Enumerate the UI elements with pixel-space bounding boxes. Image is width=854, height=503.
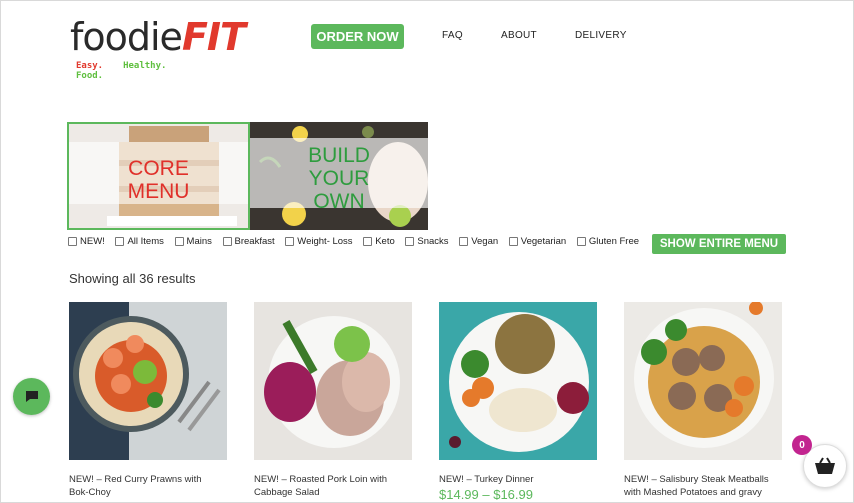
order-now-button[interactable]: ORDER NOW: [311, 24, 404, 49]
nav-about[interactable]: ABOUT: [501, 30, 537, 41]
category-build-your-own[interactable]: BUILD YOUR OWN: [250, 122, 428, 230]
filter-checkbox[interactable]: [405, 237, 415, 246]
filter-checkbox[interactable]: [222, 237, 232, 246]
filter-vegetarian[interactable]: Vegetarian: [508, 236, 566, 247]
product-image: [69, 302, 227, 460]
category-core-menu[interactable]: CORE MENU: [67, 122, 250, 230]
filter-weight-loss[interactable]: Weight- Loss: [285, 236, 353, 247]
product-name[interactable]: NEW! – Roasted Pork Loin with Cabbage Sa…: [254, 473, 414, 499]
chat-button[interactable]: [13, 378, 50, 415]
nav-faq[interactable]: FAQ: [442, 30, 463, 41]
filter-keto[interactable]: Keto: [363, 236, 395, 247]
filter-checkbox[interactable]: [363, 237, 373, 246]
filter-snacks[interactable]: Snacks: [405, 236, 449, 247]
filter-checkbox[interactable]: [576, 237, 586, 246]
product-card[interactable]: NEW! – Red Curry Prawns with Bok-Choy: [69, 302, 229, 499]
product-name[interactable]: NEW! – Salisbury Steak Meatballs with Ma…: [624, 473, 784, 499]
filter-checkbox[interactable]: [115, 237, 125, 246]
product-card[interactable]: NEW! – Turkey Dinner $14.99 – $16.99: [439, 302, 599, 502]
product-name[interactable]: NEW! – Turkey Dinner: [439, 473, 599, 486]
product-price: $14.99 – $16.99: [439, 487, 533, 502]
cart-count-badge: 0: [792, 435, 812, 455]
filter-bar: NEW! All Items Mains Breakfast Weight- L…: [68, 236, 654, 248]
logo-wordmark: foodieFIT: [70, 15, 246, 59]
results-count: Showing all 36 results: [69, 271, 196, 286]
product-card[interactable]: NEW! – Salisbury Steak Meatballs with Ma…: [624, 302, 784, 499]
product-card[interactable]: NEW! – Roasted Pork Loin with Cabbage Sa…: [254, 302, 414, 499]
filter-mains[interactable]: Mains: [174, 236, 212, 247]
filter-checkbox[interactable]: [68, 237, 77, 246]
filter-checkbox[interactable]: [285, 237, 295, 246]
filter-checkbox[interactable]: [459, 237, 469, 246]
core-menu-label: CORE MENU: [127, 157, 190, 203]
build-your-own-label: BUILD YOUR OWN: [308, 144, 370, 213]
filter-new[interactable]: NEW!: [68, 236, 105, 247]
filter-all-items[interactable]: All Items: [115, 236, 164, 247]
filter-gluten-free[interactable]: Gluten Free: [576, 236, 639, 247]
logo-tagline: Easy. Healthy.Food.: [76, 61, 167, 81]
basket-icon: [815, 457, 835, 474]
filter-vegan[interactable]: Vegan: [459, 236, 498, 247]
show-entire-menu-button[interactable]: SHOW ENTIRE MENU: [652, 234, 786, 254]
filter-checkbox[interactable]: [174, 237, 184, 246]
foodiefit-logo[interactable]: foodieFIT Easy. Healthy.Food.: [70, 14, 246, 81]
product-name[interactable]: NEW! – Red Curry Prawns with Bok-Choy: [69, 473, 229, 499]
product-image: [254, 302, 412, 460]
chat-bubble-icon: [25, 391, 38, 402]
product-image: [439, 302, 597, 460]
filter-checkbox[interactable]: [508, 237, 518, 246]
product-image: [624, 302, 782, 460]
nav-delivery[interactable]: DELIVERY: [575, 30, 627, 41]
filter-breakfast[interactable]: Breakfast: [222, 236, 275, 247]
